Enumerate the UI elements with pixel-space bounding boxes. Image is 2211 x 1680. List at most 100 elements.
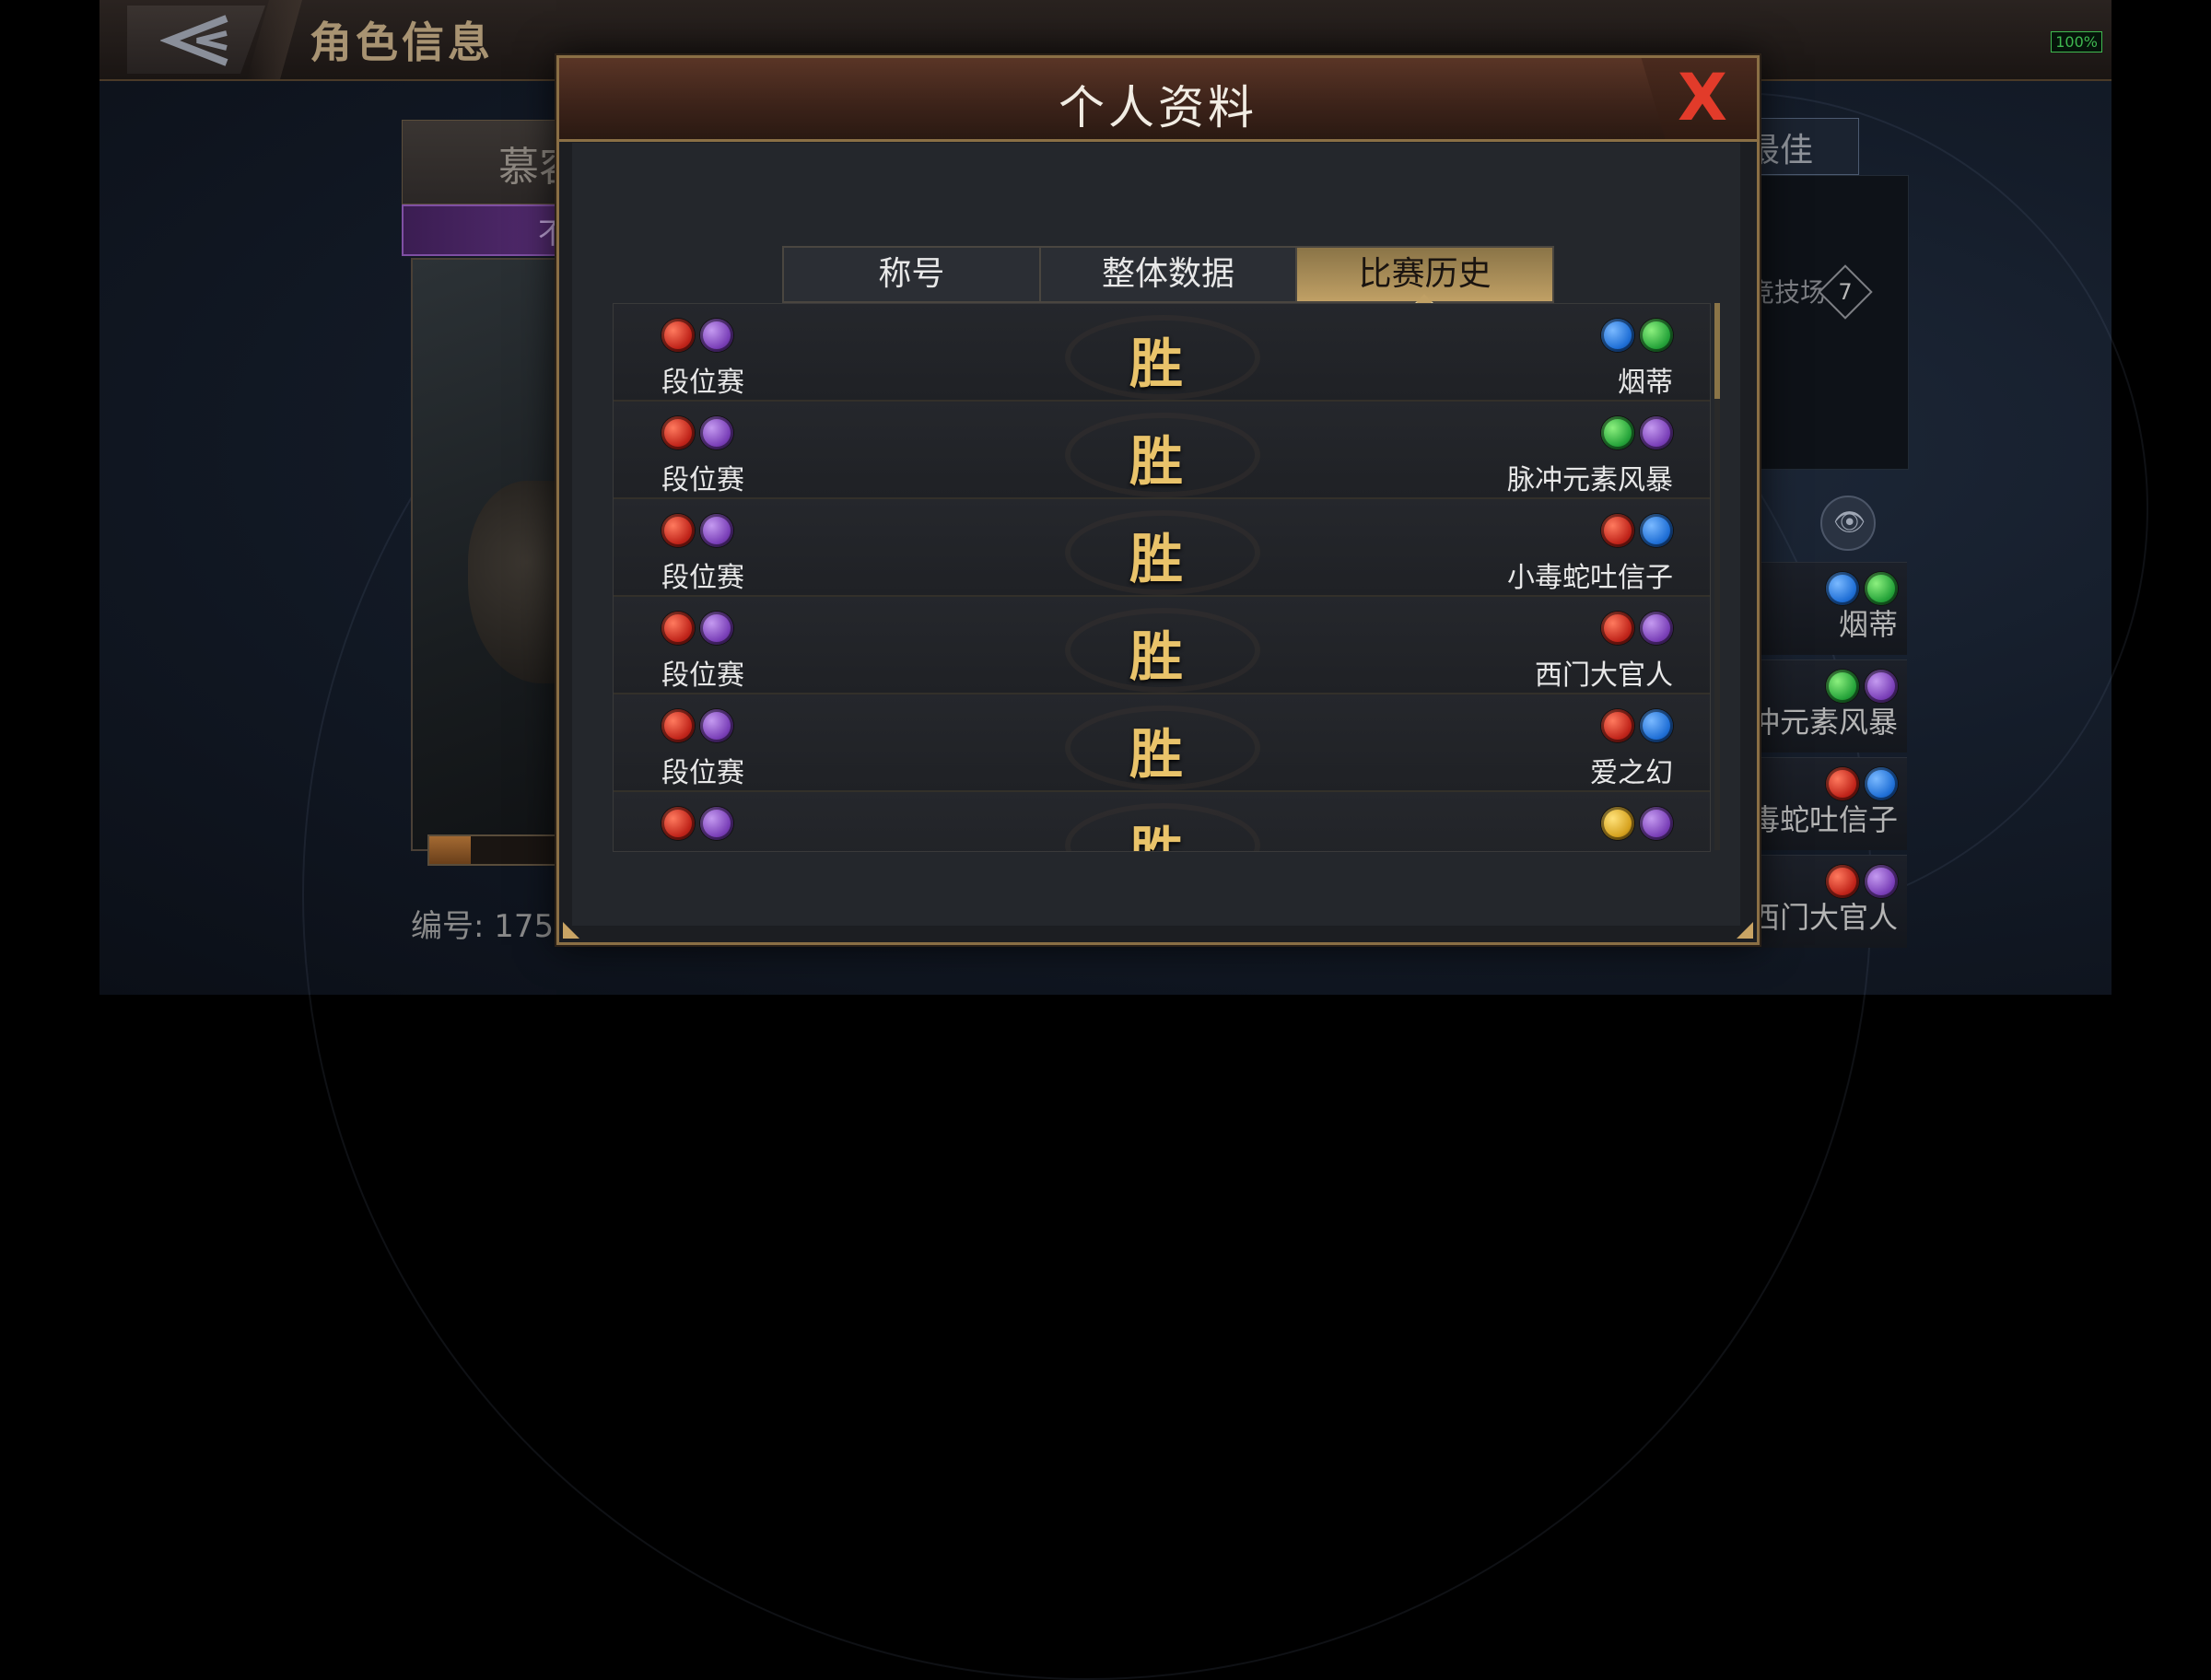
red-gem-icon	[1601, 709, 1634, 742]
green-gem-icon	[1640, 319, 1673, 352]
bg-row-icons	[1826, 767, 1898, 800]
arena-value: 7	[1838, 279, 1853, 305]
eye-button[interactable]: 👁	[1820, 496, 1876, 551]
opponent-name: 爱之幻	[1590, 757, 1673, 789]
bg-list-item[interactable]: 冲元素风暴	[1750, 659, 1907, 752]
match-row[interactable]: 段位赛 胜小毒蛇吐信子	[614, 499, 1710, 597]
bg-list-item[interactable]: 毒蛇吐信子	[1750, 757, 1907, 850]
match-row[interactable]: 段位赛 胜烟蒂	[614, 304, 1710, 402]
match-row[interactable]: 段位赛 胜爱之幻	[614, 694, 1710, 792]
player-class-icons	[661, 612, 733, 645]
modal-title: 个人资料	[1059, 81, 1258, 134]
match-result: 胜	[1129, 723, 1184, 786]
blue-gem-icon	[1601, 319, 1634, 352]
match-mode: 段位赛	[661, 659, 744, 692]
purple-gem-icon	[700, 514, 733, 547]
blue-gem-icon	[1826, 572, 1859, 605]
match-mode: 段位赛	[661, 367, 744, 399]
red-gem-icon	[1601, 612, 1634, 645]
tab-titles[interactable]: 称号	[784, 248, 1041, 301]
bg-row-name: 烟蒂	[1838, 607, 1898, 642]
red-gem-icon	[1826, 865, 1859, 898]
opponent-class-icons	[1601, 807, 1673, 840]
opponent-name: 三版	[1618, 847, 1673, 851]
match-result: 胜	[1129, 332, 1184, 395]
red-gem-icon	[661, 807, 695, 840]
purple-gem-icon	[700, 709, 733, 742]
player-class-icons	[661, 514, 733, 547]
opponent-class-icons	[1601, 416, 1673, 449]
green-gem-icon	[1865, 572, 1898, 605]
purple-gem-icon	[700, 416, 733, 449]
arena-label: 竞技场	[1749, 277, 1827, 308]
red-gem-icon	[661, 514, 695, 547]
match-mode: 段位赛	[661, 757, 744, 789]
page-title: 角色信息	[310, 18, 494, 67]
player-id-label: 编号: 1759	[411, 908, 574, 945]
bg-row-name: 毒蛇吐信子	[1749, 802, 1898, 837]
match-history-list[interactable]: 段位赛胜烟蒂 段位赛胜脉冲元素风暴 段位赛胜小毒蛇吐信子 段位赛胜西门大官人 段位赛胜爱…	[613, 303, 1711, 852]
purple-gem-icon	[1640, 807, 1673, 840]
bg-row-name: 冲元素风暴	[1749, 705, 1898, 740]
modal-body: 称号 整体数据 比赛历史 段位赛胜烟蒂 段位赛胜脉冲元素风暴 段位赛胜小毒蛇吐信子段…	[572, 143, 1740, 926]
blue-gem-icon	[1640, 709, 1673, 742]
opponent-name: 脉冲元素风暴	[1507, 464, 1673, 496]
purple-gem-icon	[700, 612, 733, 645]
red-gem-icon	[1601, 514, 1634, 547]
green-gem-icon	[1601, 416, 1634, 449]
list-scrollbar[interactable]	[1714, 303, 1720, 850]
bg-row-name: 西门大官人	[1749, 900, 1898, 935]
bg-list-item[interactable]: 烟蒂	[1750, 562, 1907, 655]
purple-gem-icon	[1865, 865, 1898, 898]
player-class-icons	[661, 416, 733, 449]
purple-gem-icon	[1640, 612, 1673, 645]
red-gem-icon	[661, 709, 695, 742]
match-mode: 段位赛	[661, 464, 744, 496]
opponent-class-icons	[1601, 319, 1673, 352]
match-result: 胜	[1129, 625, 1184, 688]
back-arrow-icon	[160, 15, 228, 66]
match-row[interactable]: 段位赛 胜三版	[614, 792, 1710, 852]
close-icon: X	[1678, 60, 1727, 135]
tab-match-history[interactable]: 比赛历史	[1297, 248, 1553, 301]
opponent-name: 西门大官人	[1535, 659, 1673, 692]
red-gem-icon	[1826, 767, 1859, 800]
opponent-name: 烟蒂	[1618, 367, 1673, 399]
purple-gem-icon	[700, 807, 733, 840]
bg-row-icons	[1826, 572, 1898, 605]
opponent-class-icons	[1601, 514, 1673, 547]
match-mode: 段位赛	[661, 562, 744, 594]
arena-box	[1750, 175, 1909, 470]
opponent-class-icons	[1601, 709, 1673, 742]
eye-icon: 👁	[1833, 507, 1866, 537]
match-result: 胜	[1129, 528, 1184, 590]
purple-gem-icon	[700, 319, 733, 352]
match-row[interactable]: 段位赛 胜西门大官人	[614, 597, 1710, 694]
experience-fill	[429, 836, 471, 864]
bg-row-icons	[1826, 670, 1898, 703]
player-class-icons	[661, 807, 733, 840]
scroll-thumb[interactable]	[1714, 303, 1720, 399]
match-result: 胜	[1129, 430, 1184, 493]
tab-bar: 称号 整体数据 比赛历史	[782, 246, 1554, 303]
modal-header: 个人资料 X	[559, 58, 1757, 142]
profile-modal: 个人资料 X 称号 整体数据 比赛历史 段位赛胜烟蒂 段位赛胜脉冲元素风暴 段位赛胜…	[556, 55, 1760, 945]
bg-list-item[interactable]: 西门大官人	[1750, 855, 1907, 948]
green-gem-icon	[1826, 670, 1859, 703]
red-gem-icon	[661, 416, 695, 449]
match-row[interactable]: 段位赛 胜脉冲元素风暴	[614, 402, 1710, 499]
player-class-icons	[661, 709, 733, 742]
opponent-class-icons	[1601, 612, 1673, 645]
red-gem-icon	[661, 319, 695, 352]
tab-overall-stats[interactable]: 整体数据	[1041, 248, 1298, 301]
blue-gem-icon	[1640, 514, 1673, 547]
match-result: 胜	[1129, 821, 1184, 852]
bg-row-icons	[1826, 865, 1898, 898]
experience-bar	[427, 834, 569, 866]
gold-gem-icon	[1601, 807, 1634, 840]
blue-gem-icon	[1865, 767, 1898, 800]
back-button[interactable]	[127, 6, 265, 74]
match-mode: 段位赛	[661, 847, 744, 851]
purple-gem-icon	[1865, 670, 1898, 703]
battery-indicator: 100%	[2051, 31, 2102, 52]
